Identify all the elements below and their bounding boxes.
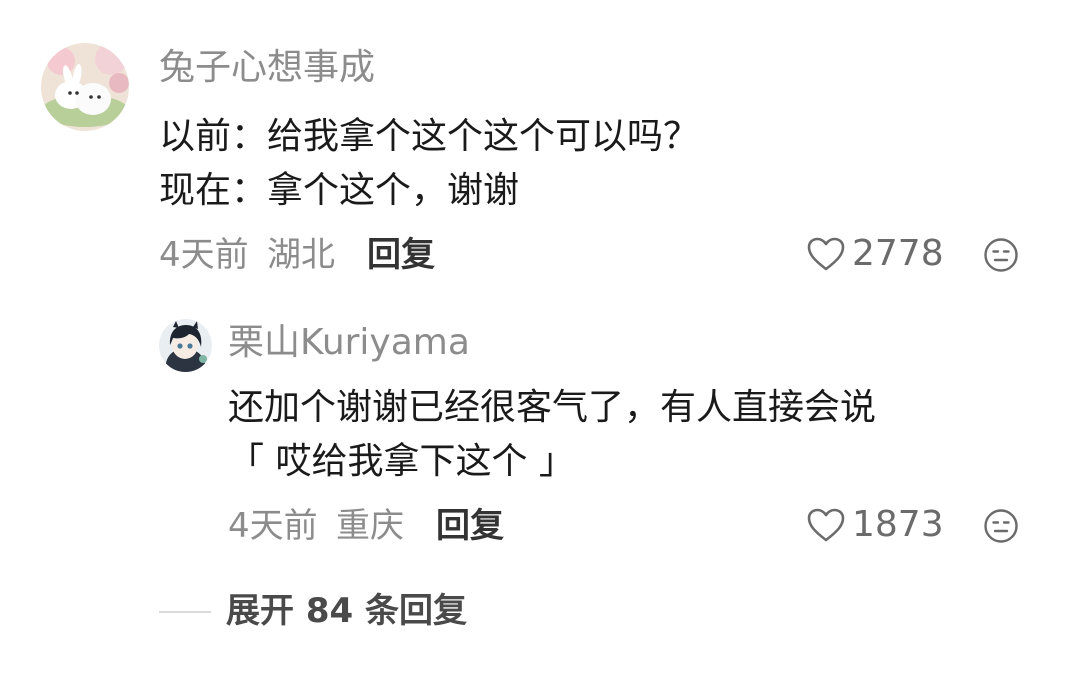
reply-time: 4天前 bbox=[228, 506, 318, 546]
expand-replies-button[interactable]: 展开 84 条回复 bbox=[226, 594, 467, 628]
reply-avatar[interactable] bbox=[159, 319, 212, 372]
anime-character-avatar-image bbox=[159, 319, 212, 372]
comment-text-line-1: 以前：给我拿个这个这个可以吗？ bbox=[159, 116, 700, 157]
reply-location: 重庆 bbox=[336, 506, 404, 546]
reply-username[interactable]: 栗山Kuriyama bbox=[228, 325, 470, 361]
comment-like-count: 2778 bbox=[852, 233, 944, 274]
reply-dislike-button[interactable] bbox=[983, 508, 1019, 544]
heart-outline-icon bbox=[806, 236, 846, 272]
comment-like-button[interactable]: 2778 bbox=[806, 236, 944, 272]
neutral-face-icon bbox=[984, 509, 1018, 543]
neutral-face-icon bbox=[984, 238, 1018, 272]
comment-avatar[interactable] bbox=[41, 43, 129, 131]
comment-text-line-2: 现在：拿个这个，谢谢 bbox=[159, 170, 520, 211]
reply-text-line-1: 还加个谢谢已经很客气了，有人直接会说 bbox=[228, 387, 877, 428]
reply-reply-button[interactable]: 回复 bbox=[436, 509, 504, 543]
expand-divider bbox=[159, 611, 211, 613]
heart-outline-icon bbox=[806, 507, 846, 543]
bunny-avatar-image bbox=[41, 43, 129, 131]
comment-username[interactable]: 兔子心想事成 bbox=[159, 50, 375, 86]
comment-reply-button[interactable]: 回复 bbox=[367, 238, 435, 272]
reply-like-button[interactable]: 1873 bbox=[806, 507, 944, 543]
reply-text-line-2: 「 哎给我拿下这个 」 bbox=[228, 441, 575, 482]
reply-like-count: 1873 bbox=[852, 504, 944, 545]
comment-location: 湖北 bbox=[267, 235, 335, 275]
comment-time: 4天前 bbox=[159, 235, 249, 275]
comment-dislike-button[interactable] bbox=[983, 237, 1019, 273]
